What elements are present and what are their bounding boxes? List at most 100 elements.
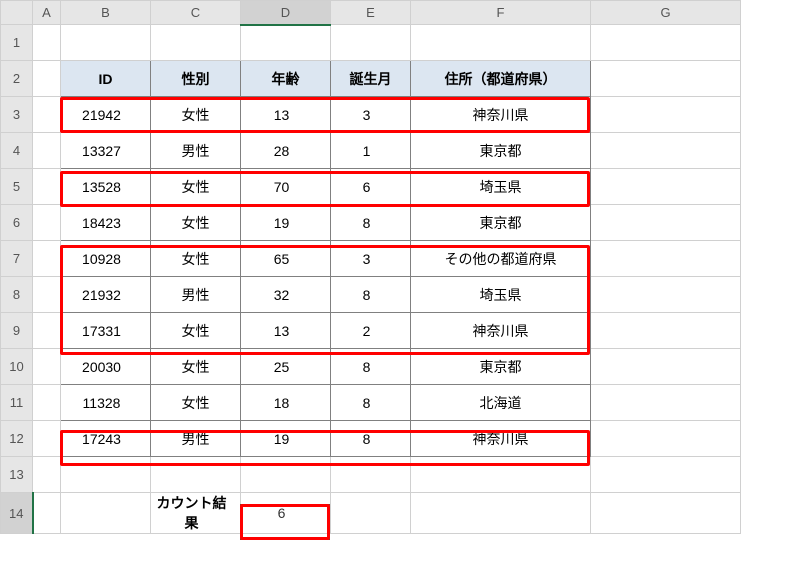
table-header-id[interactable]: ID — [61, 61, 151, 97]
cell[interactable] — [411, 457, 591, 493]
table-cell[interactable]: 8 — [331, 421, 411, 457]
cell[interactable] — [331, 457, 411, 493]
table-cell[interactable]: 女性 — [151, 169, 241, 205]
table-cell[interactable]: 13 — [241, 97, 331, 133]
table-cell[interactable]: 神奈川県 — [411, 97, 591, 133]
col-header-E[interactable]: E — [331, 1, 411, 25]
table-cell[interactable]: 3 — [331, 97, 411, 133]
col-header-A[interactable]: A — [33, 1, 61, 25]
cell[interactable] — [33, 61, 61, 97]
table-cell[interactable]: 東京都 — [411, 133, 591, 169]
cell[interactable] — [33, 421, 61, 457]
select-all-corner[interactable] — [1, 1, 33, 25]
cell[interactable] — [33, 493, 61, 534]
cell[interactable] — [591, 457, 741, 493]
row-header-14[interactable]: 14 — [1, 493, 33, 534]
table-cell[interactable]: 18423 — [61, 205, 151, 241]
table-cell[interactable]: 70 — [241, 169, 331, 205]
cell[interactable] — [331, 493, 411, 534]
table-header-gender[interactable]: 性別 — [151, 61, 241, 97]
cell[interactable] — [591, 313, 741, 349]
table-cell[interactable]: 28 — [241, 133, 331, 169]
table-cell[interactable]: 東京都 — [411, 205, 591, 241]
cell[interactable] — [591, 205, 741, 241]
col-header-D[interactable]: D — [241, 1, 331, 25]
table-cell[interactable]: 男性 — [151, 421, 241, 457]
row-header-7[interactable]: 7 — [1, 241, 33, 277]
cell[interactable] — [591, 133, 741, 169]
table-header-age[interactable]: 年齢 — [241, 61, 331, 97]
row-header-4[interactable]: 4 — [1, 133, 33, 169]
table-cell[interactable]: 8 — [331, 205, 411, 241]
table-cell[interactable]: 2 — [331, 313, 411, 349]
cell[interactable] — [241, 25, 331, 61]
row-header-10[interactable]: 10 — [1, 349, 33, 385]
cell[interactable] — [33, 349, 61, 385]
spreadsheet-grid[interactable]: A B C D E F G 1 2 ID 性別 年齢 誕生月 住所（都道府県） … — [0, 0, 741, 534]
cell[interactable] — [591, 169, 741, 205]
cell[interactable] — [591, 493, 741, 534]
table-header-address[interactable]: 住所（都道府県） — [411, 61, 591, 97]
row-header-2[interactable]: 2 — [1, 61, 33, 97]
table-cell[interactable]: 3 — [331, 241, 411, 277]
table-header-birth-month[interactable]: 誕生月 — [331, 61, 411, 97]
row-header-1[interactable]: 1 — [1, 25, 33, 61]
table-cell[interactable]: 13327 — [61, 133, 151, 169]
cell[interactable] — [591, 97, 741, 133]
cell[interactable] — [591, 241, 741, 277]
cell[interactable] — [331, 25, 411, 61]
table-cell[interactable]: 20030 — [61, 349, 151, 385]
result-value-cell[interactable]: 6 — [241, 493, 331, 534]
table-cell[interactable]: 女性 — [151, 205, 241, 241]
table-cell[interactable]: 神奈川県 — [411, 313, 591, 349]
row-header-8[interactable]: 8 — [1, 277, 33, 313]
table-cell[interactable]: 10928 — [61, 241, 151, 277]
row-header-11[interactable]: 11 — [1, 385, 33, 421]
cell[interactable] — [241, 457, 331, 493]
table-cell[interactable]: 19 — [241, 205, 331, 241]
cell[interactable] — [33, 205, 61, 241]
table-cell[interactable]: 13 — [241, 313, 331, 349]
table-cell[interactable]: 13528 — [61, 169, 151, 205]
table-cell[interactable]: 埼玉県 — [411, 277, 591, 313]
cell[interactable] — [591, 349, 741, 385]
table-cell[interactable]: 11328 — [61, 385, 151, 421]
cell[interactable] — [33, 25, 61, 61]
table-cell[interactable]: 32 — [241, 277, 331, 313]
col-header-G[interactable]: G — [591, 1, 741, 25]
table-cell[interactable]: 18 — [241, 385, 331, 421]
row-header-9[interactable]: 9 — [1, 313, 33, 349]
table-cell[interactable]: 21942 — [61, 97, 151, 133]
cell[interactable] — [411, 493, 591, 534]
table-cell[interactable]: 女性 — [151, 241, 241, 277]
table-cell[interactable]: 女性 — [151, 313, 241, 349]
table-cell[interactable]: 8 — [331, 385, 411, 421]
table-cell[interactable]: 25 — [241, 349, 331, 385]
cell[interactable] — [151, 457, 241, 493]
table-cell[interactable]: 男性 — [151, 133, 241, 169]
table-cell[interactable]: 女性 — [151, 349, 241, 385]
table-cell[interactable]: 埼玉県 — [411, 169, 591, 205]
table-cell[interactable]: 8 — [331, 277, 411, 313]
table-cell[interactable]: 北海道 — [411, 385, 591, 421]
cell[interactable] — [61, 457, 151, 493]
cell[interactable] — [591, 385, 741, 421]
cell[interactable] — [151, 25, 241, 61]
cell[interactable] — [591, 421, 741, 457]
cell[interactable] — [591, 25, 741, 61]
table-cell[interactable]: 神奈川県 — [411, 421, 591, 457]
table-cell[interactable]: 男性 — [151, 277, 241, 313]
row-header-3[interactable]: 3 — [1, 97, 33, 133]
row-header-6[interactable]: 6 — [1, 205, 33, 241]
cell[interactable] — [61, 493, 151, 534]
row-header-13[interactable]: 13 — [1, 457, 33, 493]
cell[interactable] — [33, 457, 61, 493]
cell[interactable] — [33, 133, 61, 169]
table-cell[interactable]: 東京都 — [411, 349, 591, 385]
row-header-5[interactable]: 5 — [1, 169, 33, 205]
cell[interactable] — [591, 61, 741, 97]
col-header-B[interactable]: B — [61, 1, 151, 25]
table-cell[interactable]: 1 — [331, 133, 411, 169]
table-cell[interactable]: 19 — [241, 421, 331, 457]
row-header-12[interactable]: 12 — [1, 421, 33, 457]
